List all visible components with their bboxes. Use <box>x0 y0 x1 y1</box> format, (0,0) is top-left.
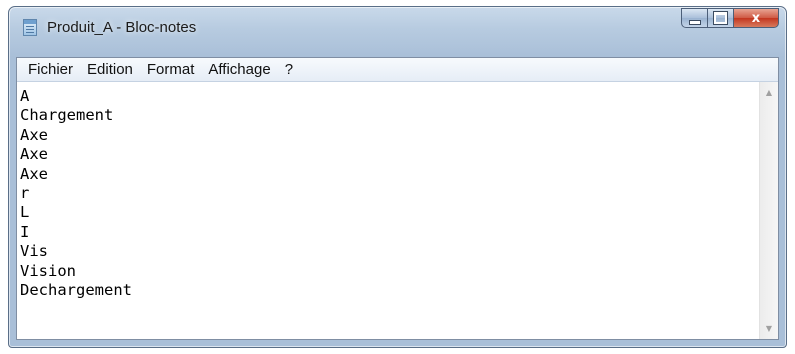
close-button[interactable]: x <box>734 8 779 28</box>
menu-help[interactable]: ? <box>278 58 300 81</box>
client-area: Fichier Edition Format Affichage ? A Cha… <box>16 57 779 340</box>
window-title: Produit_A - Bloc-notes <box>47 19 197 36</box>
editor-content[interactable]: A Chargement Axe Axe Axe r L I Vis Visio… <box>17 82 759 300</box>
minimize-button[interactable] <box>681 8 708 28</box>
scroll-down-icon[interactable]: ▼ <box>760 320 778 337</box>
menu-view[interactable]: Affichage <box>201 58 277 81</box>
text-line[interactable]: I <box>17 223 759 242</box>
menu-bar: Fichier Edition Format Affichage ? <box>17 58 778 82</box>
text-line[interactable]: Vis <box>17 242 759 261</box>
text-line[interactable]: r <box>17 184 759 203</box>
menu-file[interactable]: Fichier <box>21 58 80 81</box>
text-editor[interactable]: A Chargement Axe Axe Axe r L I Vis Visio… <box>17 82 759 339</box>
text-line[interactable]: L <box>17 203 759 222</box>
minimize-icon <box>688 19 701 25</box>
text-line[interactable]: Dechargement <box>17 281 759 300</box>
close-icon: x <box>751 10 761 26</box>
text-line[interactable]: Chargement <box>17 106 759 125</box>
menu-edit[interactable]: Edition <box>80 58 140 81</box>
title-bar[interactable]: Produit_A - Bloc-notes x <box>9 7 786 49</box>
text-line[interactable]: A <box>17 87 759 106</box>
scroll-up-icon[interactable]: ▲ <box>760 84 778 101</box>
window-controls: x <box>681 8 779 28</box>
notepad-window: Produit_A - Bloc-notes x Fichier Edition… <box>8 6 787 348</box>
maximize-button[interactable] <box>708 8 734 28</box>
notepad-icon[interactable] <box>23 19 37 36</box>
text-line[interactable]: Axe <box>17 165 759 184</box>
maximize-icon <box>713 11 728 25</box>
menu-format[interactable]: Format <box>140 58 202 81</box>
text-line[interactable]: Vision <box>17 262 759 281</box>
text-line[interactable]: Axe <box>17 145 759 164</box>
vertical-scrollbar[interactable]: ▲ ▼ <box>759 82 778 339</box>
text-line[interactable]: Axe <box>17 126 759 145</box>
